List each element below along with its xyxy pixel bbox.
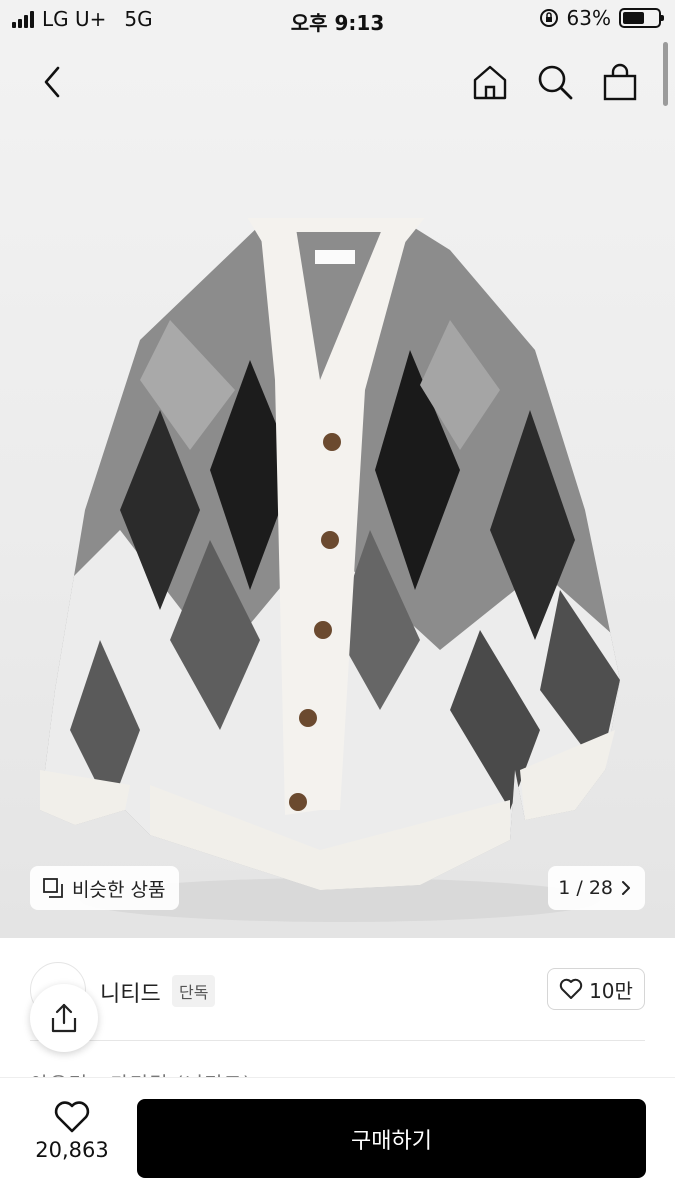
similar-items-icon — [43, 878, 63, 898]
search-icon — [538, 65, 573, 100]
back-button[interactable] — [30, 60, 74, 104]
orientation-lock-icon — [539, 9, 558, 27]
battery-icon — [619, 8, 664, 28]
brand-name[interactable]: 니티드 — [100, 976, 161, 1008]
wishlist-count: 20,863 — [35, 1138, 109, 1162]
status-bar: LG U+ 5G 오후 9:13 63% — [0, 0, 675, 40]
image-pager[interactable]: 1 / 28 — [548, 866, 645, 910]
scrollbar-thumb[interactable] — [663, 42, 668, 106]
similar-products-button[interactable]: 비슷한 상품 — [30, 866, 180, 910]
brand-like-count: 10만 — [589, 978, 633, 1003]
product-image-gallery[interactable] — [0, 40, 675, 938]
image-pager-count: 1 / 28 — [558, 877, 613, 899]
search-button[interactable] — [533, 60, 577, 104]
top-navigation — [0, 40, 675, 126]
chevron-right-icon — [622, 881, 630, 895]
status-right: 63% — [539, 6, 664, 30]
share-icon — [51, 1003, 77, 1033]
similar-products-label: 비슷한 상품 — [72, 878, 166, 901]
divider — [30, 1040, 645, 1041]
wishlist-button[interactable]: 20,863 — [30, 1100, 114, 1162]
product-image — [40, 218, 620, 922]
exclusive-badge: 단독 — [172, 975, 216, 1007]
battery-fill — [623, 12, 645, 24]
battery-percent: 63% — [566, 6, 611, 30]
shopping-bag-icon — [603, 63, 637, 101]
buy-button[interactable]: 구매하기 — [137, 1099, 646, 1178]
home-icon — [473, 65, 507, 100]
cart-button[interactable] — [598, 60, 642, 104]
chevron-left-icon — [44, 66, 60, 98]
home-button[interactable] — [468, 60, 512, 104]
heart-icon — [559, 978, 583, 999]
share-button[interactable] — [30, 984, 98, 1052]
heart-icon — [54, 1101, 90, 1133]
brand-like-button[interactable]: 10만 — [547, 968, 645, 1010]
